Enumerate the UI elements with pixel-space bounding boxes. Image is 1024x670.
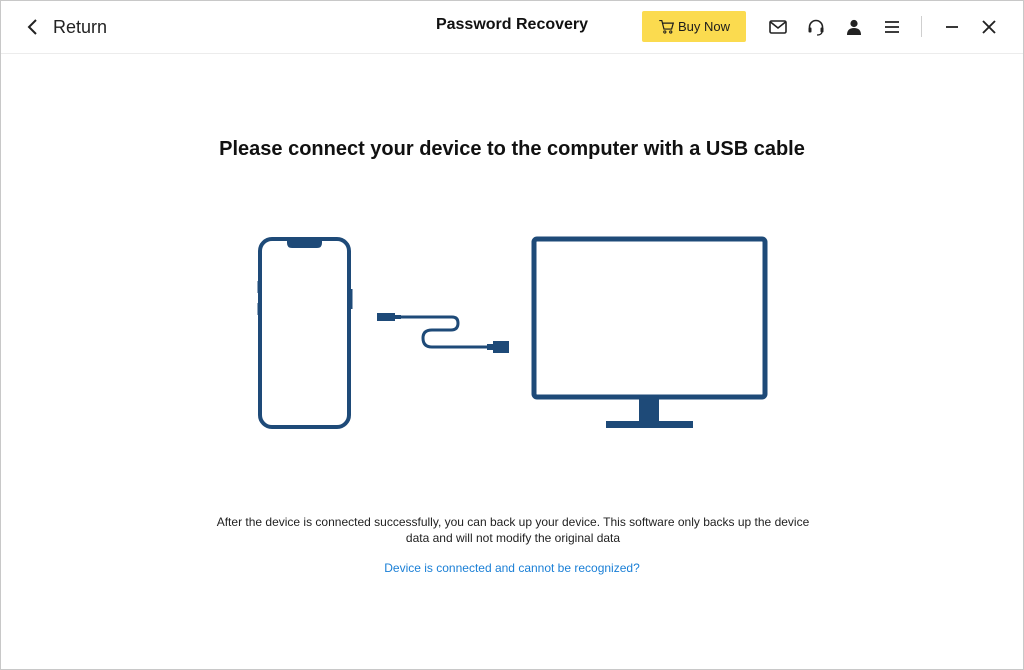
device-connection-illustration xyxy=(257,236,768,429)
return-button[interactable]: Return xyxy=(23,13,107,41)
minimize-icon[interactable] xyxy=(940,15,964,39)
user-icon[interactable] xyxy=(842,15,866,39)
usb-cable-illustration xyxy=(377,313,509,353)
phone-illustration xyxy=(257,237,353,429)
title-bar: Return Password Recovery Buy Now xyxy=(1,1,1023,54)
app-window: Return Password Recovery Buy Now Please … xyxy=(0,0,1024,670)
return-label: Return xyxy=(53,16,108,37)
window-title: Password Recovery xyxy=(435,16,589,33)
title-bar-divider xyxy=(921,16,922,37)
monitor-illustration xyxy=(531,236,768,428)
backup-info-text: After the device is connected successful… xyxy=(216,515,810,545)
connect-heading: Please connect your device to the comput… xyxy=(219,138,805,160)
mail-icon[interactable] xyxy=(766,15,790,39)
close-icon[interactable] xyxy=(977,15,1001,39)
headset-icon[interactable] xyxy=(804,15,828,39)
menu-icon[interactable] xyxy=(880,15,904,39)
chevron-left-icon xyxy=(27,19,37,35)
cart-icon xyxy=(659,19,675,34)
device-not-recognized-link[interactable]: Device is connected and cannot be recogn… xyxy=(1,561,1023,575)
buy-now-button[interactable]: Buy Now xyxy=(642,11,746,42)
buy-now-label: Buy Now xyxy=(677,19,731,34)
